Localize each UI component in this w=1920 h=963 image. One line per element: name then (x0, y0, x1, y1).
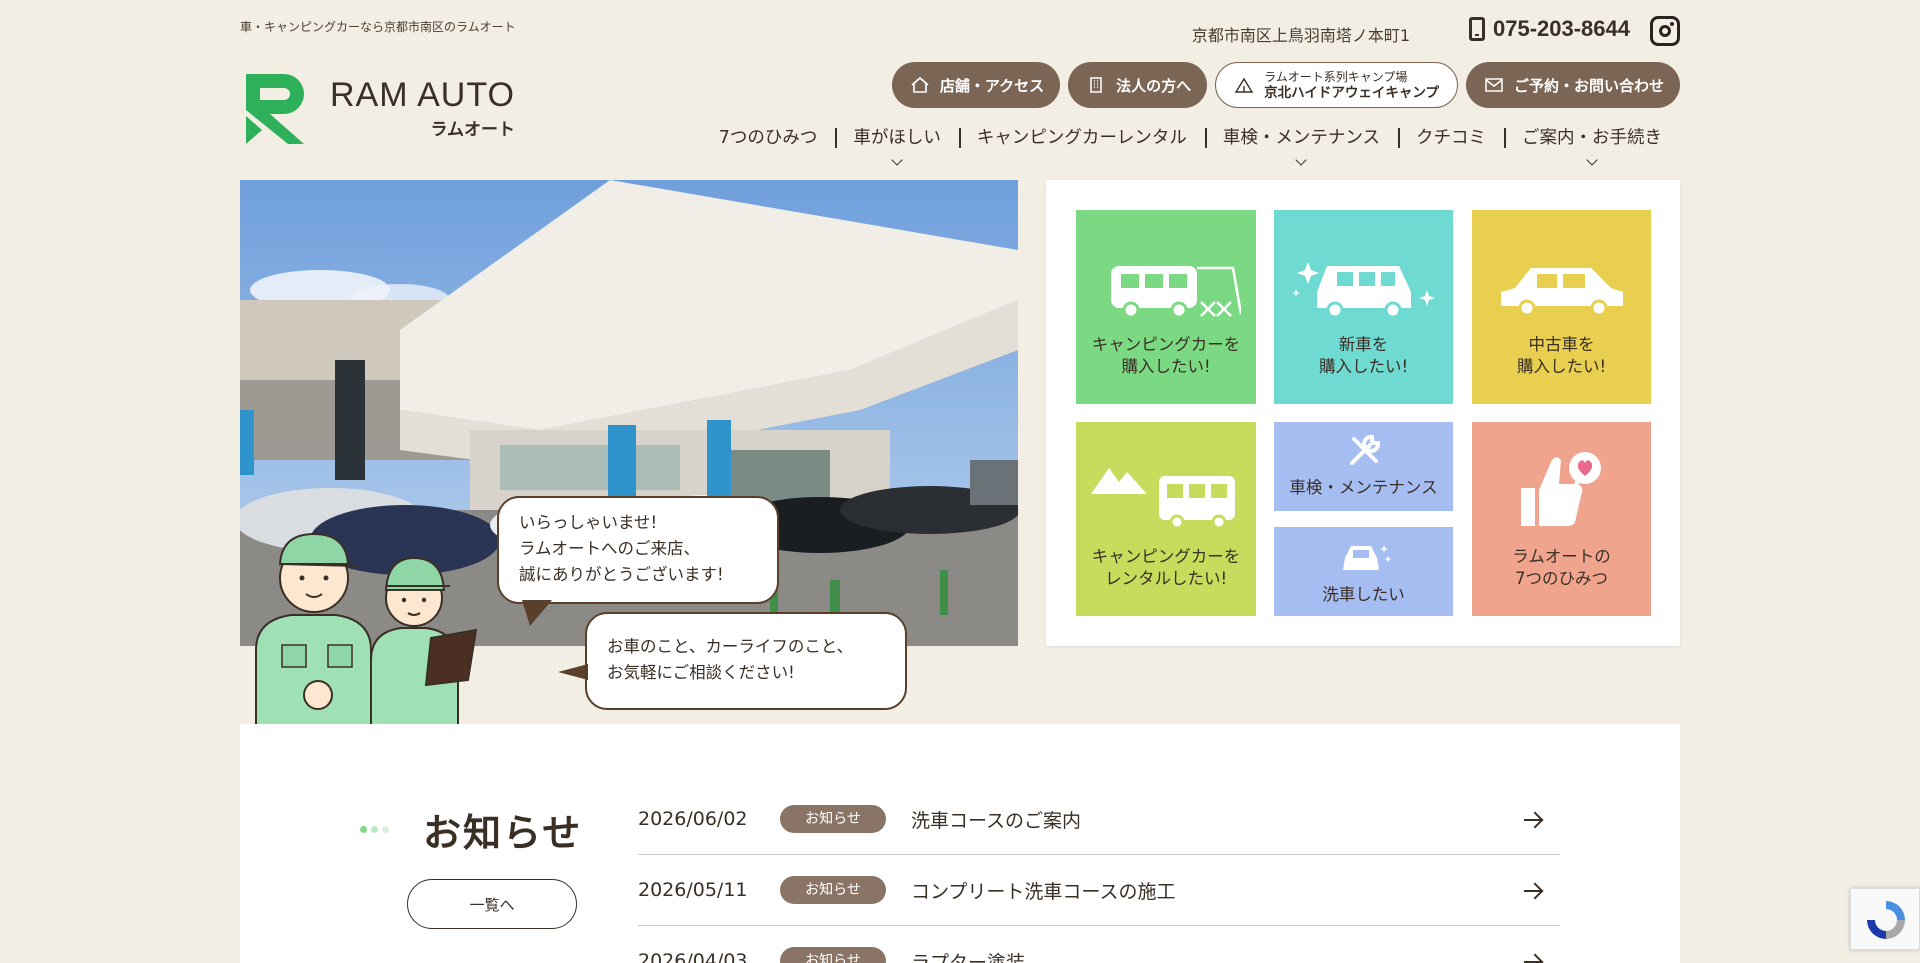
consult-bubble: お車のこと、カーライフのこと、 お気軽にご相談ください! (585, 612, 907, 710)
logo-text-en: RAM AUTO (330, 75, 515, 114)
phone-link[interactable]: 075-203-8644 (1468, 16, 1630, 42)
tile-used-car[interactable]: 中古車を 購入したい! (1472, 210, 1651, 404)
nav-camper-rental[interactable]: キャンピングカーレンタル (958, 124, 1205, 152)
camper-van-icon (1111, 266, 1241, 318)
phone-number: 075-203-8644 (1492, 16, 1630, 41)
mail-icon (1485, 78, 1503, 92)
tile-camper-rent[interactable]: キャンピングカーを レンタルしたい! (1076, 422, 1256, 616)
instagram-icon[interactable] (1650, 16, 1680, 46)
thumbs-up-heart-icon (1520, 452, 1601, 526)
news-date: 2026/04/03 (638, 950, 748, 963)
news-date: 2026/06/02 (638, 808, 748, 830)
news-item[interactable]: 2026/06/02 お知らせ 洗車コースのご案内 (638, 784, 1560, 855)
chevron-down-icon (1586, 154, 1598, 166)
logo[interactable]: RAM AUTO ラムオート (240, 70, 515, 146)
news-text: コンプリート洗車コースの施工 (911, 880, 1176, 903)
nav-reviews[interactable]: クチコミ (1398, 124, 1504, 152)
tile-maintenance[interactable]: 車検・メンテナンス (1274, 422, 1453, 511)
building-icon (1090, 77, 1102, 93)
recaptcha-icon (1867, 901, 1905, 939)
chevron-down-icon (891, 154, 903, 166)
greeting-bubble: いらっしゃいませ! ラムオートへのご来店、 誠にありがとうございます! (497, 496, 779, 604)
arrow-right-icon (1524, 819, 1542, 821)
main-nav: 7つのひみつ 車がほしい キャンピングカーレンタル 車検・メンテナンス クチコミ… (701, 124, 1680, 166)
sparkling-van-icon (1291, 262, 1435, 318)
news-list-button[interactable]: 一覧へ (407, 879, 577, 929)
tile-seven-secrets[interactable]: ラムオートの 7つのひみつ (1472, 422, 1651, 616)
news-text: 洗車コースのご案内 (911, 809, 1082, 832)
chevron-down-icon (1295, 154, 1308, 166)
nav-secrets[interactable]: 7つのひみつ (701, 124, 836, 152)
news-item[interactable]: 2026/04/03 お知らせ ラプター塗装 (638, 926, 1560, 963)
store-address: 京都市南区上鳥羽南塔ノ本町1 (1191, 26, 1410, 45)
corporate-button[interactable]: 法人の方へ (1068, 62, 1208, 108)
tools-icon (1349, 434, 1380, 465)
phone-icon (1468, 17, 1485, 41)
news-list: 2026/06/02 お知らせ 洗車コースのご案内 2026/05/11 お知ら… (638, 784, 1560, 963)
mountain-camper-icon (1091, 468, 1235, 530)
news-item[interactable]: 2026/05/11 お知らせ コンプリート洗車コースの施工 (638, 855, 1560, 926)
news-badge: お知らせ (780, 876, 886, 904)
bubble-tail (522, 600, 552, 626)
staff-illustration (255, 532, 478, 725)
recaptcha-badge[interactable] (1850, 888, 1920, 950)
logo-mark-icon (246, 74, 304, 144)
nav-buy-car[interactable]: 車がほしい (835, 124, 959, 166)
news-section: お知らせ 一覧へ 2026/06/02 お知らせ 洗車コースのご案内 2026/… (240, 724, 1680, 963)
header-buttons: 店舗・アクセス 法人の方へ ラムオート系列キャンプ場 京北ハイドアウェイキャンプ… (891, 62, 1680, 108)
tile-car-wash[interactable]: 洗車したい (1274, 527, 1453, 616)
service-tiles: キャンピングカーを 購入したい! 新車を 購入したい! 中古車を 購入したい! (1046, 180, 1680, 646)
news-badge: お知らせ (780, 805, 886, 833)
arrow-right-icon (1524, 890, 1542, 892)
title-dots (360, 826, 389, 833)
news-title: お知らせ (423, 811, 583, 855)
store-access-button[interactable]: 店舗・アクセス (891, 62, 1061, 108)
car-wash-icon (1342, 545, 1391, 570)
news-badge: お知らせ (780, 947, 886, 963)
nav-maintenance[interactable]: 車検・メンテナンス (1204, 124, 1398, 166)
home-icon (911, 76, 929, 93)
logo-text-ja: ラムオート (430, 119, 515, 140)
camp-site-button[interactable]: ラムオート系列キャンプ場 京北ハイドアウェイキャンプ (1215, 62, 1458, 108)
tent-icon (1234, 77, 1254, 93)
news-date: 2026/05/11 (638, 879, 748, 901)
tile-new-car[interactable]: 新車を 購入したい! (1274, 210, 1453, 404)
bubble-tail (558, 664, 588, 680)
tile-camper-buy[interactable]: キャンピングカーを 購入したい! (1076, 210, 1256, 404)
nav-guide[interactable]: ご案内・お手続き (1504, 124, 1680, 166)
tagline: 車・キャンピングカーなら京都市南区のラムオート (240, 20, 516, 34)
news-text: ラプター塗装 (911, 951, 1026, 963)
contact-button[interactable]: ご予約・お問い合わせ (1465, 62, 1680, 108)
car-icon (1500, 268, 1623, 317)
